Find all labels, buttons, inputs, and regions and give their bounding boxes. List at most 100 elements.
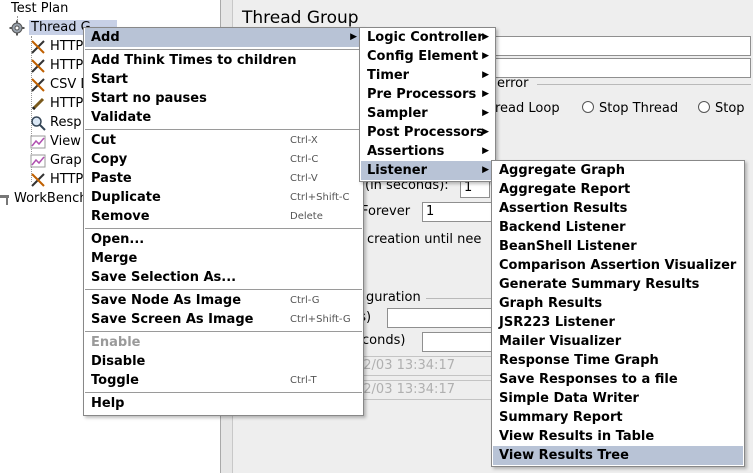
end-time-field: 12/03 13:34:17 [351,380,492,400]
tree-item-workbench[interactable]: WorkBench [0,189,87,208]
menu-item-sampler[interactable]: Sampler ▶ [361,104,494,123]
tree-item-csv-config[interactable]: CSV D [30,75,90,94]
radio-button[interactable] [698,101,710,113]
menu-item-label: Save Screen As Image [91,312,254,327]
tree-item-http-sampler[interactable]: HTTP [30,56,83,75]
magnifier-icon [30,115,46,131]
menu-item-save-node-as-image[interactable]: Save Node As Image Ctrl-G [85,291,362,310]
menu-item-copy[interactable]: Copy Ctrl-C [85,150,362,169]
menu-item-label: Add [91,30,120,45]
arrow-right-icon: ▶ [482,32,489,42]
tree-item-label: View [50,134,81,149]
menu-item-simple-data-writer[interactable]: Simple Data Writer [493,389,743,408]
tree-item-test-plan[interactable]: Test Plan [0,0,68,18]
tree-item-label: Resp [50,115,82,130]
scheduler-config-label: guration [366,290,421,305]
menu-item-save-responses-to-file[interactable]: Save Responses to a file [493,370,743,389]
menu-item-response-time-graph[interactable]: Response Time Graph [493,351,743,370]
menu-item-summary-report[interactable]: Summary Report [493,408,743,427]
menu-item-assertion-results[interactable]: Assertion Results [493,199,743,218]
menu-item-listener[interactable]: Listener ▶ [361,161,494,180]
menu-item-backend-listener[interactable]: Backend Listener [493,218,743,237]
menu-item-label: Backend Listener [499,220,626,235]
menu-item-label: Help [91,396,125,411]
name-field[interactable] [494,36,751,56]
menu-item-label: Validate [91,110,152,125]
menu-item-label: Duplicate [91,190,161,205]
tree-item-label: HTTP [50,172,84,187]
loop-count-field[interactable]: 1 [422,202,492,222]
menu-item-label: Disable [91,354,146,369]
menu-item-label: Generate Summary Results [499,277,700,292]
menu-item-config-element[interactable]: Config Element ▶ [361,47,494,66]
menu-item-label: Assertions [367,144,445,159]
menu-item-mailer-visualizer[interactable]: Mailer Visualizer [493,332,743,351]
comments-field[interactable] [494,58,751,78]
tools-icon [30,58,46,74]
menu-item-assertions[interactable]: Assertions ▶ [361,142,494,161]
menu-item-disable[interactable]: Disable [85,352,362,371]
menu-item-start[interactable]: Start [85,70,362,89]
menu-item-pre-processors[interactable]: Pre Processors ▶ [361,85,494,104]
menu-item-label: Listener [367,163,427,178]
menu-item-validate[interactable]: Validate [85,108,362,127]
menu-item-timer[interactable]: Timer ▶ [361,66,494,85]
menu-item-label: Response Time Graph [499,353,659,368]
tree-item-http-sampler[interactable]: HTTP [30,37,83,56]
tree-item-response-assertion[interactable]: Resp [30,113,81,132]
menu-item-label: Post Processors [367,125,484,140]
menu-item-beanshell-listener[interactable]: BeanShell Listener [493,237,743,256]
shortcut-text: Ctrl-G [290,295,320,306]
menu-item-label: Add Think Times to children [91,53,297,68]
menu-item-open[interactable]: Open... [85,230,362,249]
menu-item-label: Enable [91,335,141,350]
radio-continue-label[interactable]: read Loop [495,101,560,116]
menu-item-logic-controller[interactable]: Logic Controller ▶ [361,28,494,47]
menu-item-save-selection-as[interactable]: Save Selection As... [85,268,362,287]
radio-stop-thread-label: Stop Thread [599,101,679,116]
menu-item-add-think-times[interactable]: Add Think Times to children [85,51,362,70]
tree-item-graph-results[interactable]: Grap [30,151,82,170]
menu-item-aggregate-report[interactable]: Aggregate Report [493,180,743,199]
tree-item-http-sampler[interactable]: HTTP [30,170,83,189]
menu-item-save-screen-as-image[interactable]: Save Screen As Image Ctrl+Shift-G [85,310,362,329]
menu-item-view-results-tree[interactable]: View Results Tree [493,446,743,465]
menu-item-label: Open... [91,232,145,247]
menu-item-graph-results[interactable]: Graph Results [493,294,743,313]
radio-stop-thread[interactable]: Stop Thread [582,101,678,116]
menu-item-label: Toggle [91,373,139,388]
menu-item-remove[interactable]: Remove Delete [85,207,362,226]
tree-item-view-results[interactable]: View [30,132,81,151]
menu-item-help[interactable]: Help [85,394,362,413]
menu-item-aggregate-graph[interactable]: Aggregate Graph [493,161,743,180]
tree-item-label: HTTP [50,58,84,73]
menu-item-comparison-assertion-visualizer[interactable]: Comparison Assertion Visualizer [493,256,743,275]
radio-button[interactable] [582,101,594,113]
menu-item-merge[interactable]: Merge [85,249,362,268]
menu-item-label: Config Element [367,49,479,64]
radio-stop[interactable]: Stop [698,101,745,116]
menu-item-label: Aggregate Graph [499,163,625,178]
menu-item-duplicate[interactable]: Duplicate Ctrl+Shift-C [85,188,362,207]
tools-icon [30,172,46,188]
menu-item-enable: Enable [85,333,362,352]
startup-delay-field[interactable] [422,332,492,352]
menu-item-jsr223-listener[interactable]: JSR223 Listener [493,313,743,332]
menu-item-cut[interactable]: Cut Ctrl-X [85,131,362,150]
menu-item-post-processors[interactable]: Post Processors ▶ [361,123,494,142]
menu-item-toggle[interactable]: Toggle Ctrl-T [85,371,362,390]
tree-item-http-sampler[interactable]: HTTP [30,94,83,113]
arrow-right-icon: ▶ [482,70,489,80]
menu-item-start-no-pauses[interactable]: Start no pauses [85,89,362,108]
tree-item-label: WorkBench [14,191,88,206]
menu-item-label: Mailer Visualizer [499,334,622,349]
duration-field[interactable] [387,308,492,328]
menu-item-paste[interactable]: Paste Ctrl-V [85,169,362,188]
menu-item-view-results-in-table[interactable]: View Results in Table [493,427,743,446]
menu-item-add[interactable]: Add ▶ [85,28,362,47]
menu-item-label: View Results in Table [499,429,655,444]
menu-item-generate-summary-results[interactable]: Generate Summary Results [493,275,743,294]
page-title: Thread Group [242,8,359,28]
shortcut-text: Ctrl-C [290,154,319,165]
error-action-label: error [497,76,529,91]
